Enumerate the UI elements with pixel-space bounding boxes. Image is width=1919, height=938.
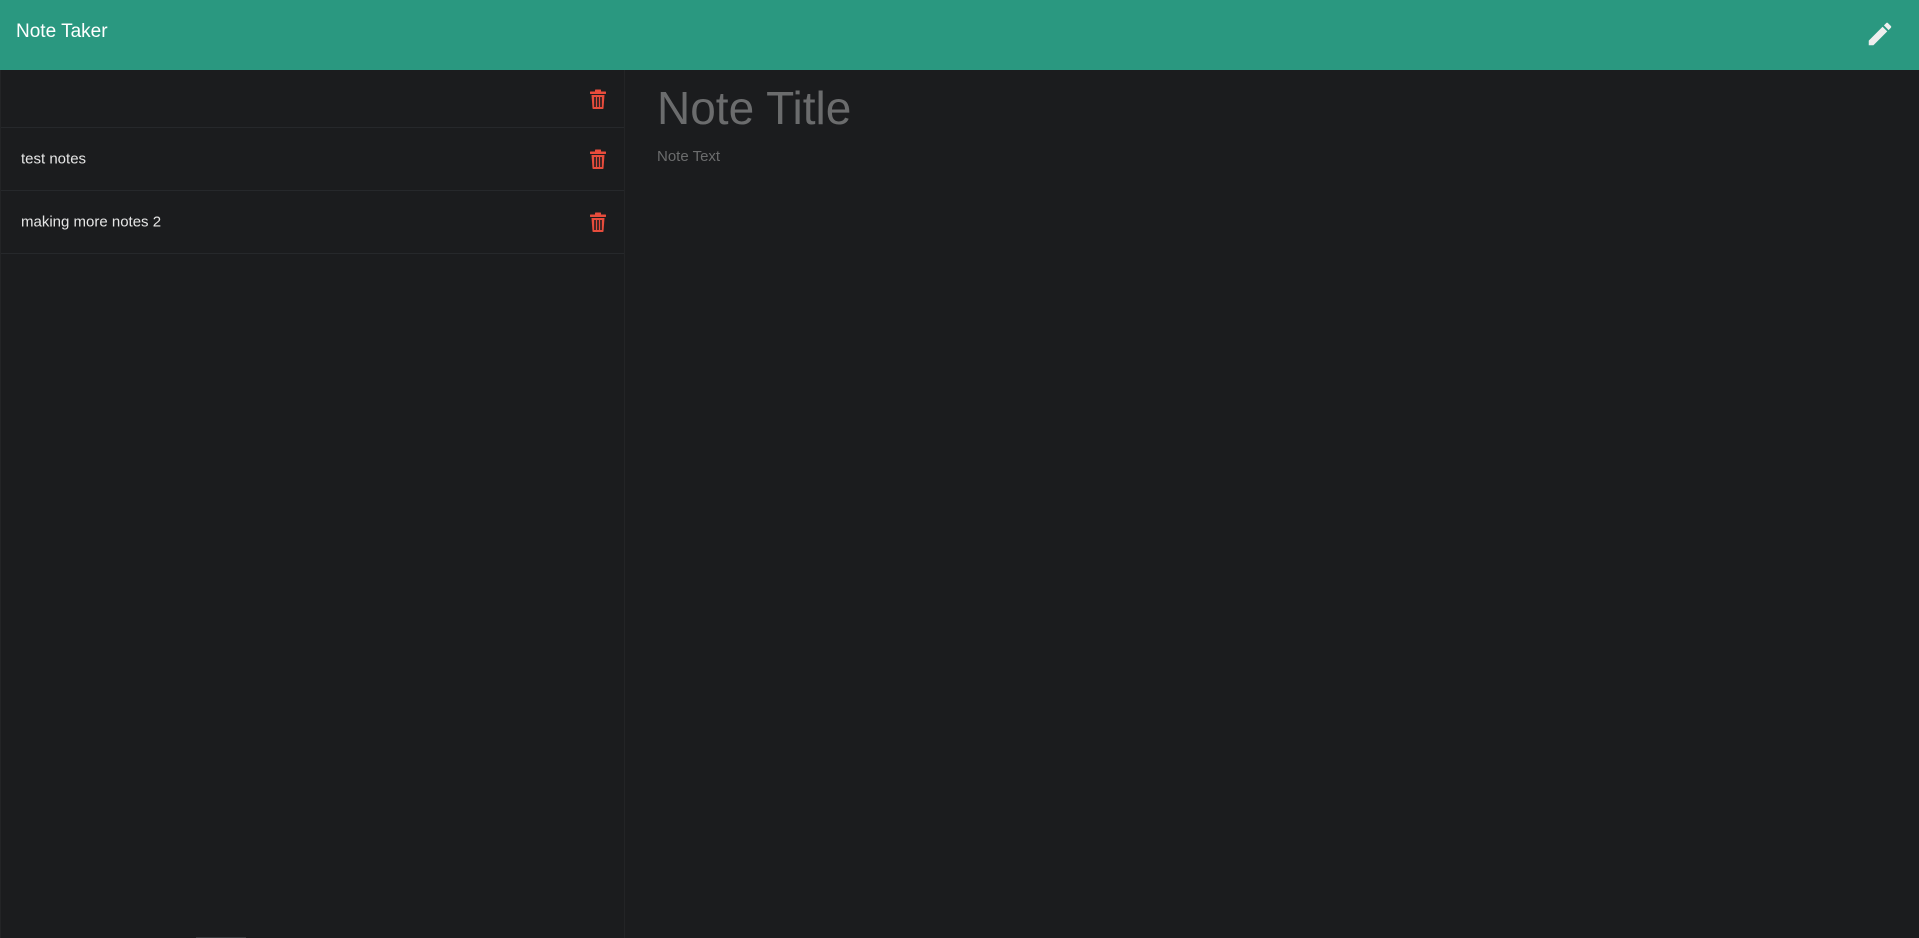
note-editor [625,70,1919,938]
note-label: test notes [21,150,87,168]
delete-note-button[interactable] [590,149,606,169]
list-item[interactable]: making more notes 2 [1,191,624,254]
delete-note-button[interactable] [590,89,606,109]
app-title[interactable]: Note Taker [16,20,108,44]
navbar: Note Taker [0,0,1919,70]
note-text-input[interactable] [657,148,1877,908]
trash-icon [590,89,606,109]
trash-icon [590,212,606,232]
pencil-icon [1868,22,1892,46]
notes-sidebar: test notes making more notes 2 [0,70,625,938]
trash-icon [590,149,606,169]
note-title-input[interactable] [657,78,1857,138]
note-label: making more notes 2 [21,213,162,231]
new-note-button[interactable] [1865,19,1895,49]
list-item[interactable] [1,70,624,128]
list-item[interactable]: test notes [1,128,624,191]
delete-note-button[interactable] [590,212,606,232]
